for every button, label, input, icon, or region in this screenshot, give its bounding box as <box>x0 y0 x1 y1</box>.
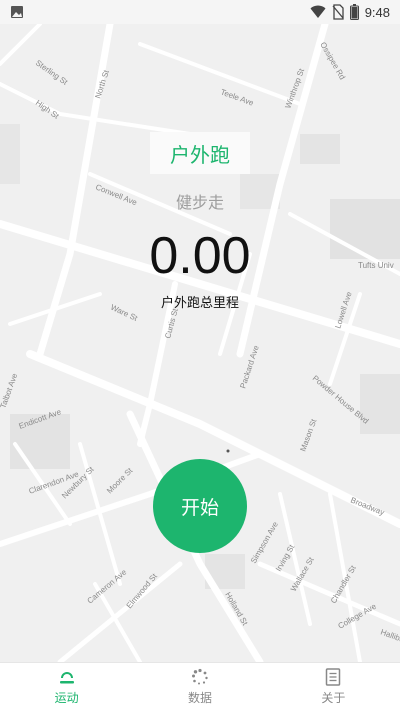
nav-label-sport: 运动 <box>54 691 79 705</box>
total-distance-label: 户外跑总里程 <box>160 296 239 311</box>
street-label: Teele Ave <box>219 87 255 107</box>
mode-outdoor-run-tab[interactable]: 户外跑 <box>150 132 250 174</box>
street-label: Elmwood St <box>125 571 160 610</box>
data-icon <box>190 668 210 686</box>
nav-item-sport[interactable]: 运动 <box>0 663 133 711</box>
nav-item-data[interactable]: 数据 <box>133 663 266 711</box>
street-label: Sterling St <box>34 58 70 87</box>
map-block <box>300 134 340 164</box>
total-distance-value: 0.00 <box>149 227 251 285</box>
location-dot <box>226 449 230 453</box>
map-canvas: Sterling St North St High St Teele Ave W… <box>0 24 400 662</box>
nav-item-about[interactable]: 关于 <box>267 663 400 711</box>
road <box>0 24 42 66</box>
no-sim-icon <box>332 4 344 20</box>
nav-label-data: 数据 <box>187 691 212 705</box>
street-label: Talbot Ave <box>0 372 20 410</box>
map-block <box>360 374 400 434</box>
sport-icon <box>57 668 77 686</box>
street-label: Mason St <box>298 417 318 453</box>
battery-icon <box>349 4 359 20</box>
map-block <box>330 199 400 259</box>
street-label: High St <box>34 98 61 121</box>
map-block <box>0 124 20 184</box>
street-label: Tufts Univ <box>358 261 394 270</box>
status-time: 9:48 <box>364 4 390 20</box>
wifi-icon <box>310 5 326 18</box>
mode-walk-tab[interactable]: 健步走 <box>150 185 250 217</box>
street-label: North St <box>93 68 111 99</box>
street-label: Simpson Ave <box>249 520 280 565</box>
street-label: Moore St <box>105 466 135 496</box>
status-bar: 9:48 <box>0 0 400 24</box>
image-icon <box>11 6 23 18</box>
bottom-nav: 运动 数据 关于 <box>0 662 400 711</box>
street-label: Broadway <box>349 496 385 518</box>
street-label: Cameron Ave <box>86 567 129 605</box>
start-button[interactable]: 开始 <box>153 459 247 553</box>
street-label: Halliburton Ave <box>379 627 400 654</box>
start-button-label: 开始 <box>180 496 219 519</box>
street-label: Ossipee Rd <box>318 41 347 82</box>
about-icon <box>323 668 343 686</box>
nav-label-about: 关于 <box>321 691 346 705</box>
map-view[interactable]: Sterling St North St High St Teele Ave W… <box>0 24 400 662</box>
